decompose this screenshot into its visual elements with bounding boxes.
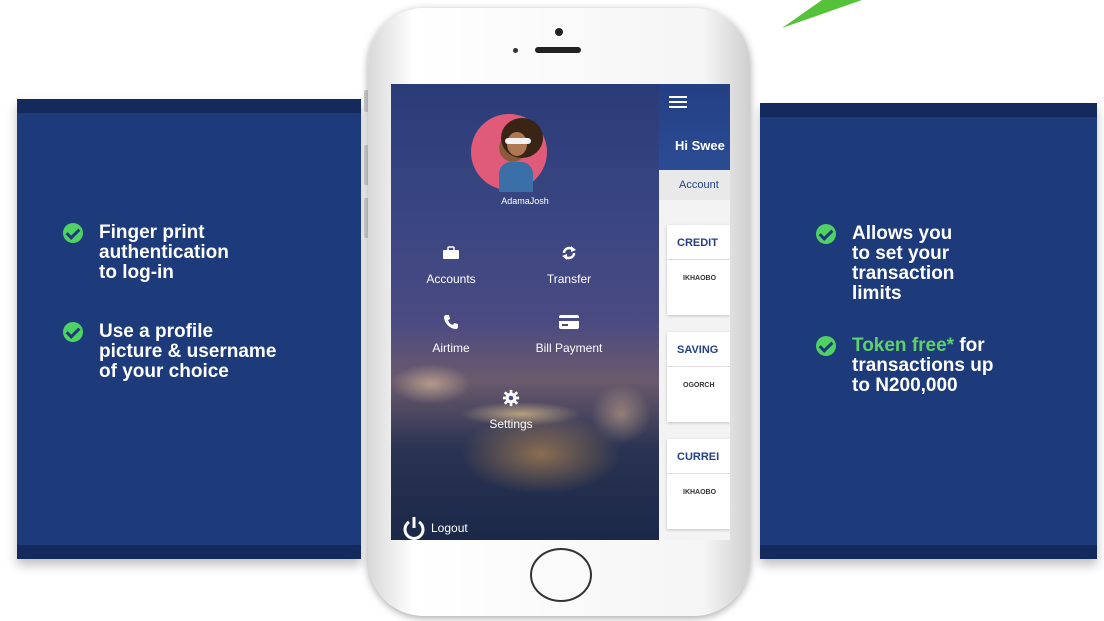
card-account-name: OGORCH <box>683 382 715 389</box>
avatar-body <box>499 162 533 192</box>
check-circle-icon <box>63 322 83 342</box>
check-circle-icon <box>63 223 83 243</box>
card-title: CURREI <box>677 451 720 463</box>
phone-icon <box>444 315 458 329</box>
panel-band-top <box>760 103 1097 117</box>
tab-accounts[interactable]: Account <box>659 170 730 200</box>
feature-line: of your choice <box>99 361 229 382</box>
avatar[interactable] <box>471 114 547 192</box>
sensor-dot <box>513 48 518 53</box>
check-circle-icon <box>816 224 836 244</box>
menu-item-bill-payment[interactable]: Bill Payment <box>509 313 629 355</box>
green-arrow-decoration <box>782 0 862 28</box>
feature-profile: Use a profile picture & username of your… <box>63 322 276 382</box>
briefcase-icon <box>443 246 459 259</box>
feature-line: transactions up <box>852 355 994 376</box>
feature-line: picture & username <box>99 341 277 362</box>
feature-line: to set your <box>852 243 950 264</box>
card-title: CREDIT <box>677 237 718 249</box>
feature-line: for <box>954 335 985 356</box>
right-feature-panel: Allows you to set your transaction limit… <box>760 103 1097 559</box>
feature-line: Finger print <box>99 222 205 243</box>
menu-item-transfer[interactable]: Transfer <box>509 244 629 286</box>
check-circle-icon <box>816 336 836 356</box>
panel-band-bottom <box>760 545 1097 559</box>
divider <box>667 366 730 367</box>
feature-line: limits <box>852 283 902 304</box>
card-account-name: IKHAOBO <box>683 489 717 496</box>
divider <box>667 473 730 474</box>
main-content: Hi Swee Account CREDIT IKHAOBO SAVING OG… <box>659 84 730 540</box>
home-button[interactable] <box>530 548 592 602</box>
card-account-name: IKHAOBO <box>683 275 717 282</box>
menu-item-settings[interactable]: Settings <box>451 389 571 431</box>
menu-label: Settings <box>489 417 533 431</box>
menu-item-accounts[interactable]: Accounts <box>391 244 511 286</box>
hamburger-icon[interactable] <box>669 96 687 111</box>
speaker-grille <box>535 47 581 53</box>
account-card-current[interactable]: CURREI IKHAOBO <box>667 439 730 529</box>
left-feature-panel: Finger print authentication to log-in Us… <box>17 99 361 559</box>
menu-item-airtime[interactable]: Airtime <box>391 313 511 355</box>
side-drawer: AdamaJosh Accounts Transfer Airtime Bill… <box>391 84 659 540</box>
power-icon <box>403 517 425 540</box>
feature-line: Allows you <box>852 223 953 244</box>
feature-line: transaction <box>852 263 955 284</box>
camera-icon <box>555 28 563 36</box>
account-card-credit[interactable]: CREDIT IKHAOBO <box>667 225 730 315</box>
menu-label: Bill Payment <box>535 341 603 355</box>
credit-card-icon <box>559 315 579 329</box>
account-card-savings[interactable]: SAVING OGORCH <box>667 332 730 422</box>
menu-label: Transfer <box>546 272 592 286</box>
avatar-sunglasses <box>505 138 531 144</box>
menu-label: Airtime <box>432 341 470 355</box>
phone-screen: AdamaJosh Accounts Transfer Airtime Bill… <box>391 84 730 540</box>
divider <box>667 259 730 260</box>
menu-label: Accounts <box>426 272 476 286</box>
logout-button[interactable]: Logout <box>401 516 468 540</box>
feature-line: Use a profile <box>99 321 214 342</box>
avatar-face <box>507 132 527 156</box>
feature-token-free: Token free* for transactions up to N200,… <box>816 336 993 396</box>
feature-line: authentication <box>99 242 229 263</box>
greeting-text: Hi Swee <box>675 138 725 153</box>
panel-band-top <box>17 99 361 113</box>
username-label: AdamaJosh <box>501 196 549 206</box>
gear-icon <box>502 389 520 407</box>
token-free-highlight: Token free* <box>852 335 955 356</box>
app-header: Hi Swee <box>659 84 730 170</box>
feature-line: to log-in <box>99 262 174 283</box>
tab-label: Account <box>679 179 719 191</box>
transfer-arrows-icon <box>562 246 576 260</box>
feature-line: to N200,000 <box>852 375 958 396</box>
feature-fingerprint: Finger print authentication to log-in <box>63 223 229 283</box>
logout-label: Logout <box>431 521 468 535</box>
card-title: SAVING <box>677 344 719 356</box>
panel-band-bottom <box>17 545 361 559</box>
feature-limits: Allows you to set your transaction limit… <box>816 224 954 304</box>
